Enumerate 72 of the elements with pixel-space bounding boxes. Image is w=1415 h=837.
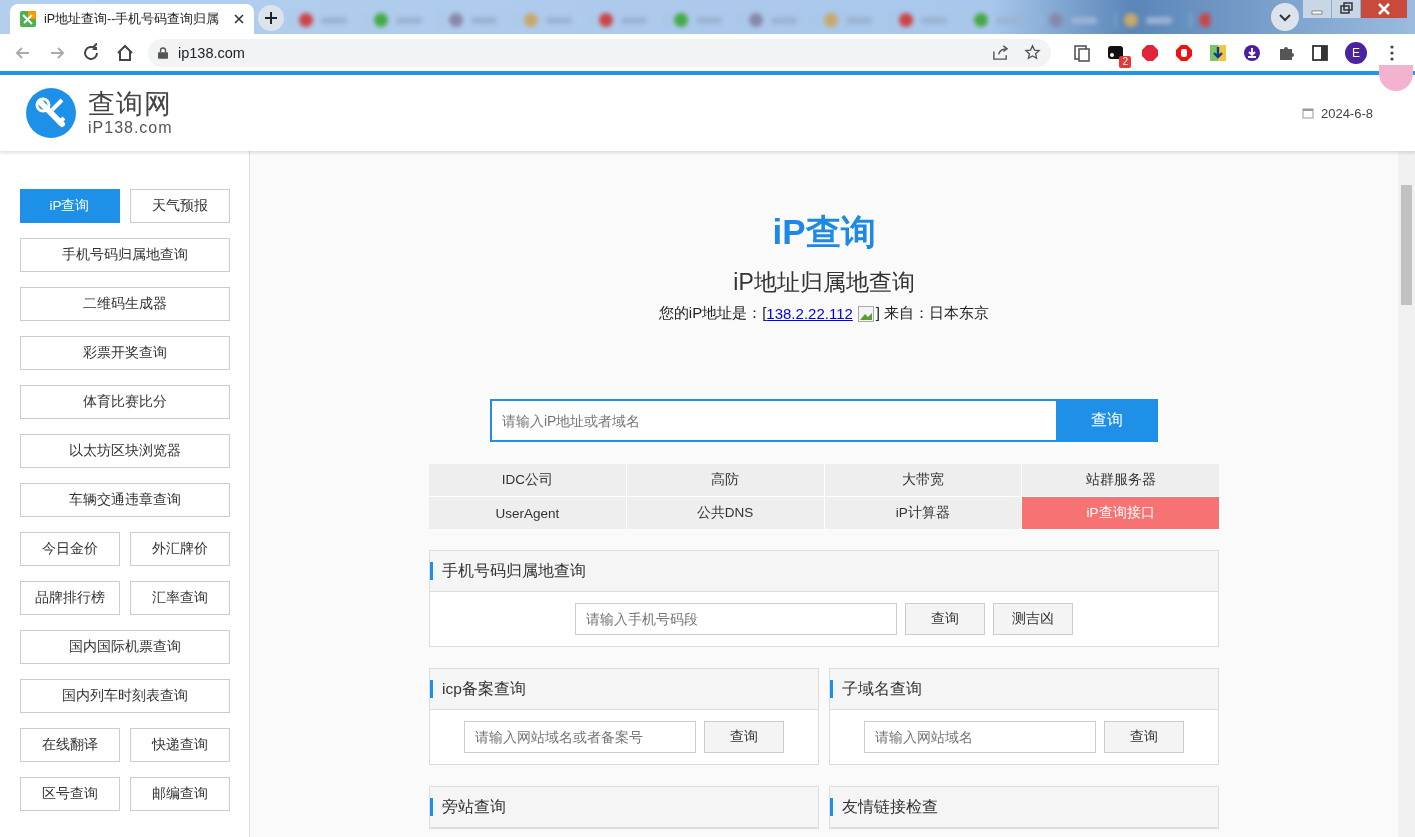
query-field[interactable]: 请输入网站域名或者备案号 [464,721,696,753]
query-button[interactable]: 查询 [1104,721,1184,753]
address-bar[interactable]: ip138.com [148,38,1051,67]
home-icon[interactable] [115,42,135,63]
panel-title: 旁站查询 [442,796,506,817]
sidebar-link[interactable]: 以太坊区块浏览器 [19,434,230,468]
close-window-icon[interactable] [1361,0,1407,18]
panel-title: 手机号码归属地查询 [442,560,586,581]
sidebar-link[interactable]: 快递查询 [129,728,230,762]
ip-address-link[interactable]: 138.2.22.112 [766,305,853,322]
ip-search-field[interactable]: 请输入iP地址或者域名 [490,399,1056,442]
query-button[interactable]: 查询 [905,603,985,635]
ip-label: 您的iP地址是：[ [658,304,767,323]
quick-link[interactable]: 大带宽 [824,464,1022,496]
new-tab-icon[interactable] [258,5,284,31]
sidebar-link[interactable]: 手机号码归属地查询 [19,238,230,272]
page-subtitle: iP地址归属地查询 [733,268,915,297]
sidebar-link[interactable]: 邮编查询 [129,777,230,811]
scrollbar-thumb[interactable] [1401,185,1412,305]
sidebar-link[interactable]: 国内列车时刻表查询 [19,679,230,713]
lock-icon [158,46,168,59]
query-field[interactable]: 请输入手机号码段 [575,603,897,635]
profile-avatar[interactable]: E [1345,41,1367,64]
sidebar-link[interactable]: 体育比赛比分 [19,385,230,419]
sidebar-link[interactable]: 二维码生成器 [19,287,230,321]
sidebar-link[interactable]: 天气预报 [129,189,230,223]
sidebar-link[interactable]: 外汇牌价 [129,532,230,566]
quick-link[interactable]: 高防 [626,464,824,496]
browser-tab[interactable]: iP地址查询--手机号码查询归属 [10,4,254,34]
broken-image-icon [857,305,874,322]
logo-domain: iP138.com [88,119,173,137]
date-text: 2024-6-8 [1320,105,1373,121]
close-icon[interactable] [234,14,244,24]
logo-text: 查询网 [88,89,173,119]
quick-link[interactable]: 公共DNS [626,497,824,529]
extension-icon[interactable] [1107,43,1125,62]
sidebar-link[interactable]: 今日金价 [19,532,120,566]
quick-link[interactable]: UserAgent [429,497,626,529]
calendar-icon [1301,107,1314,119]
query-button[interactable]: 测吉凶 [993,603,1073,635]
quick-link[interactable]: iP计算器 [824,497,1022,529]
panel-title: icp备案查询 [442,678,526,699]
panel-title: 子域名查询 [842,678,922,699]
quick-link[interactable]: 站群服务器 [1022,464,1219,496]
download-arrow-icon[interactable] [1209,43,1227,62]
download-icon[interactable] [1243,43,1261,62]
star-icon[interactable] [1024,44,1041,61]
reload-icon[interactable] [81,42,101,63]
sidebar-link[interactable]: 车辆交通违章查询 [19,483,230,517]
sidebar-link[interactable]: 汇率查询 [129,581,230,615]
notification-badge: 2 [1119,55,1131,68]
restore-icon[interactable] [1332,0,1360,18]
wrench-logo-icon [26,88,76,138]
query-field[interactable]: 请输入网站域名 [864,721,1096,753]
sidebar-link[interactable]: 国内国际机票查询 [19,630,230,664]
side-panel-icon[interactable] [1311,43,1329,62]
chevron-down-icon[interactable] [1271,3,1299,31]
sidebar-link[interactable]: 区号查询 [19,777,120,811]
adblock-icon[interactable] [1141,43,1159,62]
sidebar-link[interactable]: 在线翻译 [19,728,120,762]
sidebar-link[interactable]: 品牌排行榜 [19,581,120,615]
favicon-icon [20,11,36,27]
tab-search-icon[interactable] [1073,43,1091,62]
query-button[interactable]: 查询 [704,721,784,753]
page-title: iP查询 [772,211,876,253]
share-icon[interactable] [992,44,1009,61]
panel-title: 友情链接检查 [842,796,938,817]
quick-link[interactable]: IDC公司 [429,464,626,496]
sidebar-link[interactable]: 彩票开奖查询 [19,336,230,370]
url-text: ip138.com [178,44,245,61]
tab-title: iP地址查询--手机号码查询归属 [44,10,221,28]
location-text: ] 来自：日本东京 [875,304,990,323]
